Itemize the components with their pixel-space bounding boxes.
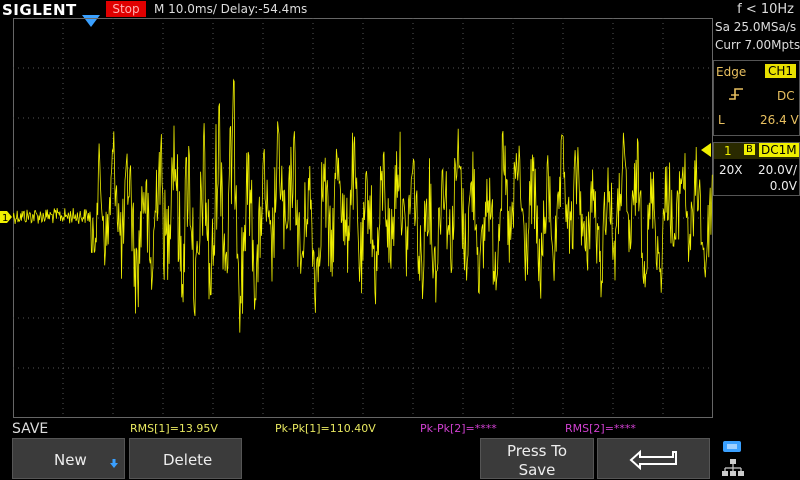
delete-button[interactable]: Delete <box>129 438 242 479</box>
channel1-offset: 0.0V <box>769 179 797 193</box>
measurement-bar: SAVE RMS[1]=13.95V Pk-Pk[1]=110.40V Pk-P… <box>0 421 713 437</box>
run-state-badge[interactable]: Stop <box>106 1 146 17</box>
bandwidth-limit-icon: B <box>744 144 755 155</box>
waveform-display[interactable] <box>13 18 713 418</box>
network-icon <box>722 459 744 476</box>
trigger-level-value: 26.4 V <box>760 113 799 127</box>
channel1-info-box[interactable]: 1 B DC1M 20X 20.0V/ 0.0V <box>713 142 800 196</box>
channel1-probe: 20X <box>719 163 743 177</box>
measurement-rms-ch2: RMS[2]=**** <box>565 422 636 435</box>
new-button-label: New <box>54 451 87 469</box>
channel1-coupling: DC1M <box>759 143 799 157</box>
channel1-trace <box>13 78 713 333</box>
trigger-coupling: DC <box>777 89 795 103</box>
trigger-type: Edge <box>716 65 747 79</box>
return-arrow-icon <box>629 449 677 470</box>
trigger-info-box[interactable]: Edge CH1 DC L 26.4 V <box>713 60 800 136</box>
press-to-save-line2: Save <box>518 461 556 479</box>
channel1-ground-marker-icon[interactable]: 1 <box>0 211 12 223</box>
frequency-readout: f < 10Hz <box>737 2 794 17</box>
press-to-save-button[interactable]: Press To Save <box>480 438 594 479</box>
new-button[interactable]: New <box>12 438 125 479</box>
measurement-pkpk-ch2: Pk-Pk[2]=**** <box>420 422 497 435</box>
svg-text:1: 1 <box>2 213 8 223</box>
usb-storage-icon <box>723 441 741 452</box>
measurement-pkpk-ch1: Pk-Pk[1]=110.40V <box>275 422 376 435</box>
brand-logo: SIGLENT <box>2 1 77 19</box>
timebase-readout: M 10.0ms/ Delay:-54.4ms <box>154 2 308 16</box>
return-button[interactable] <box>597 438 710 479</box>
sample-rate-readout: Sa 25.0MSa/s <box>715 20 797 34</box>
channel1-number: 1 <box>724 144 732 158</box>
menu-title: SAVE <box>12 421 49 437</box>
trigger-source-badge: CH1 <box>765 64 797 78</box>
channel1-scale: 20.0V/ <box>758 163 797 177</box>
memory-depth-readout: Curr 7.00Mpts <box>715 38 800 52</box>
delete-button-label: Delete <box>163 451 213 469</box>
arrow-down-icon <box>110 459 118 468</box>
rising-edge-icon <box>729 88 743 100</box>
softkey-bar: New Delete Press To Save <box>0 437 800 480</box>
trigger-level-label: L <box>718 113 725 127</box>
right-info-panel: f < 10Hz Sa 25.0MSa/s Curr 7.00Mpts Edge… <box>701 0 800 420</box>
press-to-save-line1: Press To <box>506 442 568 460</box>
top-status-bar: SIGLENT Stop M 10.0ms/ Delay:-54.4ms <box>0 0 800 19</box>
measurement-rms-ch1: RMS[1]=13.95V <box>130 422 218 435</box>
